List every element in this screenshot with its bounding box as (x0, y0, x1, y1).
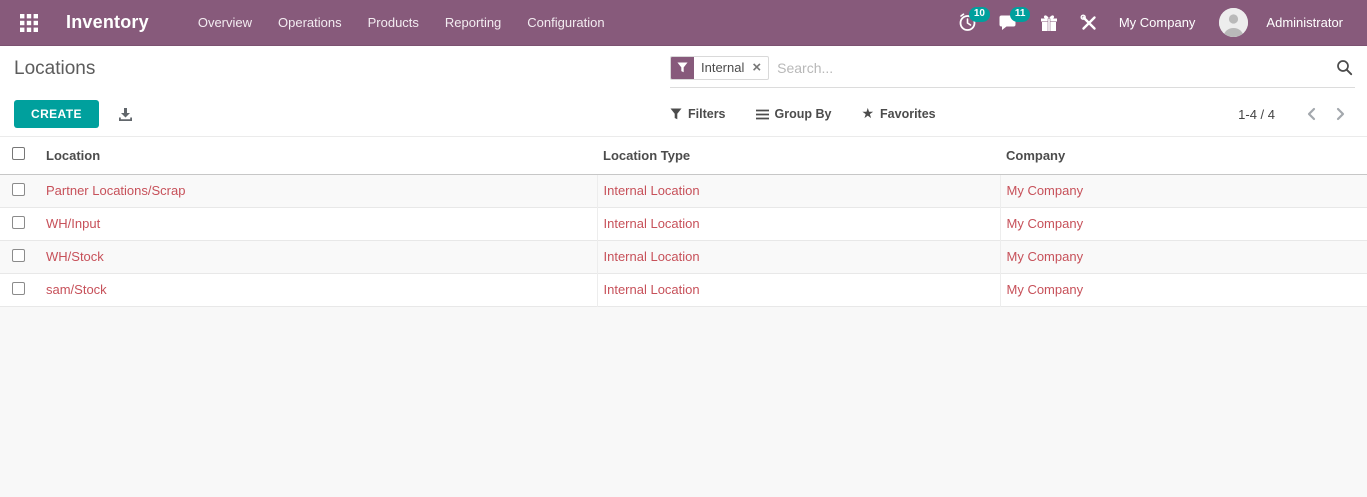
menu-operations[interactable]: Operations (265, 0, 355, 46)
search-icon[interactable] (1336, 59, 1355, 76)
search-input[interactable] (777, 60, 1336, 76)
row-checkbox[interactable] (12, 249, 25, 262)
search-facet-internal: Internal × (670, 56, 769, 80)
pager-value[interactable]: 1-4 / 4 (1238, 107, 1275, 122)
favorites-button[interactable]: ★ Favorites (861, 107, 935, 121)
menu-reporting[interactable]: Reporting (432, 0, 514, 46)
cell-company: My Company (1007, 216, 1084, 231)
column-header-company[interactable]: Company (1000, 137, 1367, 174)
app-menu: Overview Operations Products Reporting C… (185, 0, 618, 46)
person-icon (1219, 8, 1248, 37)
table-row[interactable]: WH/Stock Internal Location My Company (0, 240, 1367, 273)
pager: 1-4 / 4 (1238, 103, 1355, 125)
menu-products[interactable]: Products (355, 0, 432, 46)
row-checkbox[interactable] (12, 282, 25, 295)
cell-company: My Company (1007, 249, 1084, 264)
menu-configuration[interactable]: Configuration (514, 0, 617, 46)
cell-location-type: Internal Location (604, 282, 700, 297)
group-by-button[interactable]: Group By (756, 107, 832, 121)
table-row[interactable]: Partner Locations/Scrap Internal Locatio… (0, 174, 1367, 207)
wrench-icon (1080, 14, 1098, 32)
filters-label: Filters (688, 107, 726, 121)
apps-grid-icon[interactable] (12, 6, 46, 40)
star-icon: ★ (861, 107, 874, 121)
filter-funnel-icon (670, 108, 682, 120)
systray: 10 11 (947, 0, 1353, 46)
gift-icon (1040, 14, 1058, 32)
cell-location: Partner Locations/Scrap (46, 183, 185, 198)
control-panel: Locations Internal × CREATE (0, 46, 1367, 136)
table-row[interactable]: WH/Input Internal Location My Company (0, 207, 1367, 240)
app-name[interactable]: Inventory (66, 12, 149, 33)
cell-location: sam/Stock (46, 282, 107, 297)
activity-count-badge: 10 (969, 7, 990, 22)
create-button[interactable]: CREATE (14, 100, 99, 128)
gift-button[interactable] (1029, 0, 1069, 46)
cell-location-type: Internal Location (604, 249, 700, 264)
column-header-location[interactable]: Location (40, 137, 597, 174)
list-buttons: CREATE (14, 98, 670, 130)
facet-remove-icon[interactable]: × (751, 57, 768, 79)
cell-location-type: Internal Location (604, 183, 700, 198)
messages-button[interactable]: 11 (988, 0, 1029, 46)
cell-location-type: Internal Location (604, 216, 700, 231)
cell-location: WH/Stock (46, 249, 104, 264)
list-header-row: Location Location Type Company (0, 137, 1367, 174)
cell-company: My Company (1007, 183, 1084, 198)
search-bar: Internal × (670, 54, 1355, 88)
filters-button[interactable]: Filters (670, 107, 726, 121)
facet-label: Internal (694, 57, 751, 79)
column-header-location-type[interactable]: Location Type (597, 137, 1000, 174)
user-name: Administrator (1256, 15, 1353, 30)
group-by-label: Group By (775, 107, 832, 121)
pager-previous-icon[interactable] (1297, 103, 1326, 125)
row-checkbox[interactable] (12, 216, 25, 229)
search-options: Filters Group By ★ Favorites 1-4 / 4 (670, 98, 1355, 130)
pager-next-icon[interactable] (1326, 103, 1355, 125)
select-all-checkbox[interactable] (12, 147, 25, 160)
grid-icon (19, 13, 39, 33)
row-checkbox[interactable] (12, 183, 25, 196)
group-by-icon (756, 109, 769, 120)
page: Inventory Overview Operations Products R… (0, 0, 1367, 497)
activities-button[interactable]: 10 (947, 0, 988, 46)
user-menu[interactable]: Administrator (1219, 8, 1353, 37)
menu-overview[interactable]: Overview (185, 0, 265, 46)
tools-button[interactable] (1069, 0, 1109, 46)
cell-company: My Company (1007, 282, 1084, 297)
export-icon[interactable] (118, 107, 133, 122)
favorites-label: Favorites (880, 107, 936, 121)
message-count-badge: 11 (1010, 7, 1031, 22)
company-switcher[interactable]: My Company (1109, 15, 1206, 30)
locations-list: Location Location Type Company Partner L… (0, 136, 1367, 307)
table-row[interactable]: sam/Stock Internal Location My Company (0, 273, 1367, 306)
avatar (1219, 8, 1248, 37)
breadcrumb-title: Locations (14, 54, 670, 88)
facet-filter-icon (671, 57, 694, 79)
cell-location: WH/Input (46, 216, 100, 231)
top-navbar: Inventory Overview Operations Products R… (0, 0, 1367, 46)
